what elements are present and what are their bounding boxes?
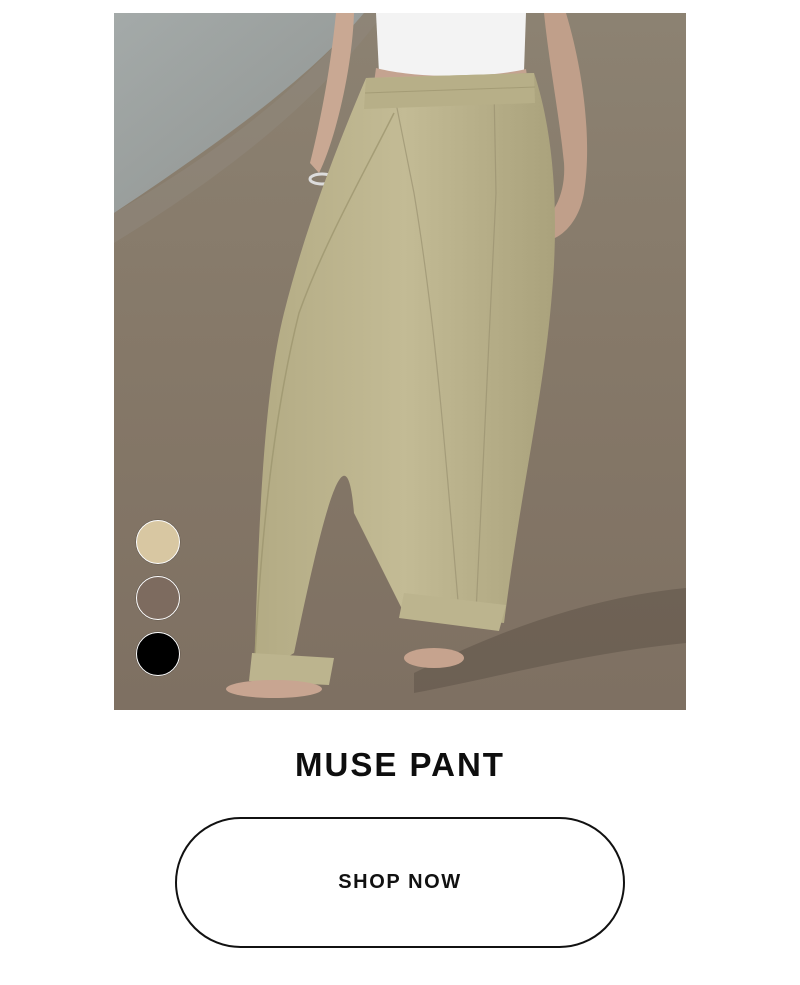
swatch-black[interactable] xyxy=(136,632,180,676)
product-photo xyxy=(114,13,686,710)
swatch-taupe[interactable] xyxy=(136,576,180,620)
color-swatches xyxy=(136,520,180,676)
swatch-khaki[interactable] xyxy=(136,520,180,564)
shop-now-label: SHOP NOW xyxy=(338,871,462,893)
product-title: MUSE PANT xyxy=(295,746,505,783)
product-image[interactable] xyxy=(114,13,686,710)
shop-now-button[interactable]: SHOP NOW xyxy=(175,817,625,948)
